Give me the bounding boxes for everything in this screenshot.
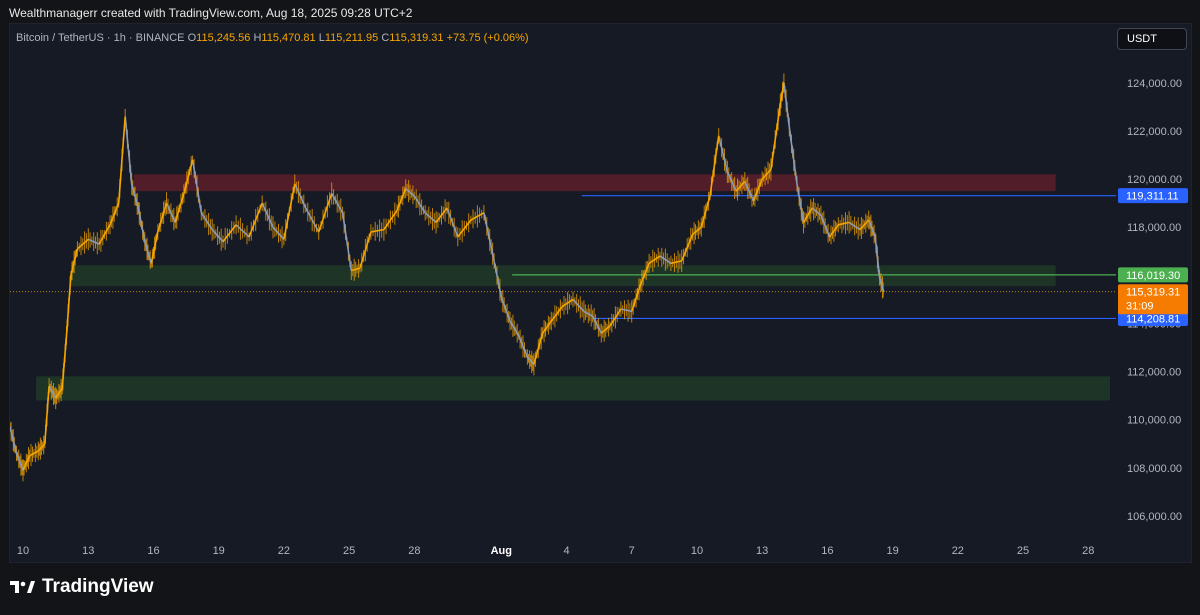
y-tick-label: 124,000.00 — [1127, 78, 1182, 90]
x-tick-label: 13 — [82, 545, 94, 557]
y-tick-label: 118,000.00 — [1127, 222, 1181, 234]
tradingview-logo-icon — [10, 581, 35, 593]
currency-button[interactable]: USDT — [1117, 28, 1187, 50]
change-value: +73.75 (+0.06%) — [446, 32, 529, 44]
x-tick-label: 19 — [213, 545, 225, 557]
y-tick-label: 106,000.00 — [1127, 511, 1182, 523]
y-tick-label: 120,000.00 — [1127, 174, 1182, 186]
open-value: 115,245.56 — [196, 32, 251, 44]
x-tick-label: 10 — [691, 545, 703, 557]
x-tick-label: 16 — [821, 545, 833, 557]
high-value: 115,470.81 — [261, 32, 316, 44]
x-tick-label: 16 — [147, 545, 159, 557]
chart-panel[interactable]: 106,000.00 108,000.00 110,000.00 112,000.00… — [9, 23, 1192, 563]
last-price-badge-text: 115,319.31 — [1126, 287, 1180, 299]
support-zone-2 — [36, 376, 1111, 401]
open-label: O — [187, 32, 197, 44]
price-chart[interactable]: 106,000.00 108,000.00 110,000.00 112,000.00… — [10, 24, 1191, 562]
x-tick-label: 22 — [278, 545, 290, 557]
y-tick-label: 122,000.00 — [1127, 126, 1182, 138]
y-tick-label: 108,000.00 — [1127, 463, 1182, 475]
x-tick-label: 13 — [756, 545, 768, 557]
last-price-badge-countdown: 31:09 — [1126, 301, 1154, 313]
close-value: 115,319.31 — [389, 32, 444, 44]
level-badge-2-text: 114,208.81 — [1126, 313, 1180, 325]
x-tick-label: 28 — [1082, 545, 1094, 557]
chart-attribution: Wealthmanagerr created with TradingView.… — [9, 6, 413, 20]
x-tick-label: 28 — [408, 545, 420, 557]
level-badge-0-text: 119,311.11 — [1126, 191, 1179, 203]
low-value: 115,211.95 — [324, 32, 379, 44]
x-tick-label: 7 — [629, 545, 635, 557]
x-tick-label: 10 — [17, 545, 29, 557]
y-tick-label: 112,000.00 — [1127, 367, 1181, 379]
x-tick-label: 19 — [886, 545, 898, 557]
symbol-name: Bitcoin / TetherUS · 1h · BINANCE — [16, 32, 185, 44]
x-tick-label: 22 — [952, 545, 964, 557]
x-tick-label: 25 — [1017, 545, 1029, 557]
tradingview-logo: TradingView — [10, 576, 154, 598]
x-tick-label: 4 — [563, 545, 569, 557]
x-tick-label: Aug — [491, 545, 512, 557]
resistance-zone-0 — [133, 174, 1056, 192]
support-zone-1 — [70, 265, 1056, 287]
y-tick-label: 110,000.00 — [1127, 415, 1181, 427]
logo-text: TradingView — [42, 576, 154, 597]
level-badge-1-text: 116,019.30 — [1126, 270, 1180, 282]
x-tick-label: 25 — [343, 545, 355, 557]
symbol-legend: Bitcoin / TetherUS · 1h · BINANCE O115,2… — [16, 32, 529, 44]
